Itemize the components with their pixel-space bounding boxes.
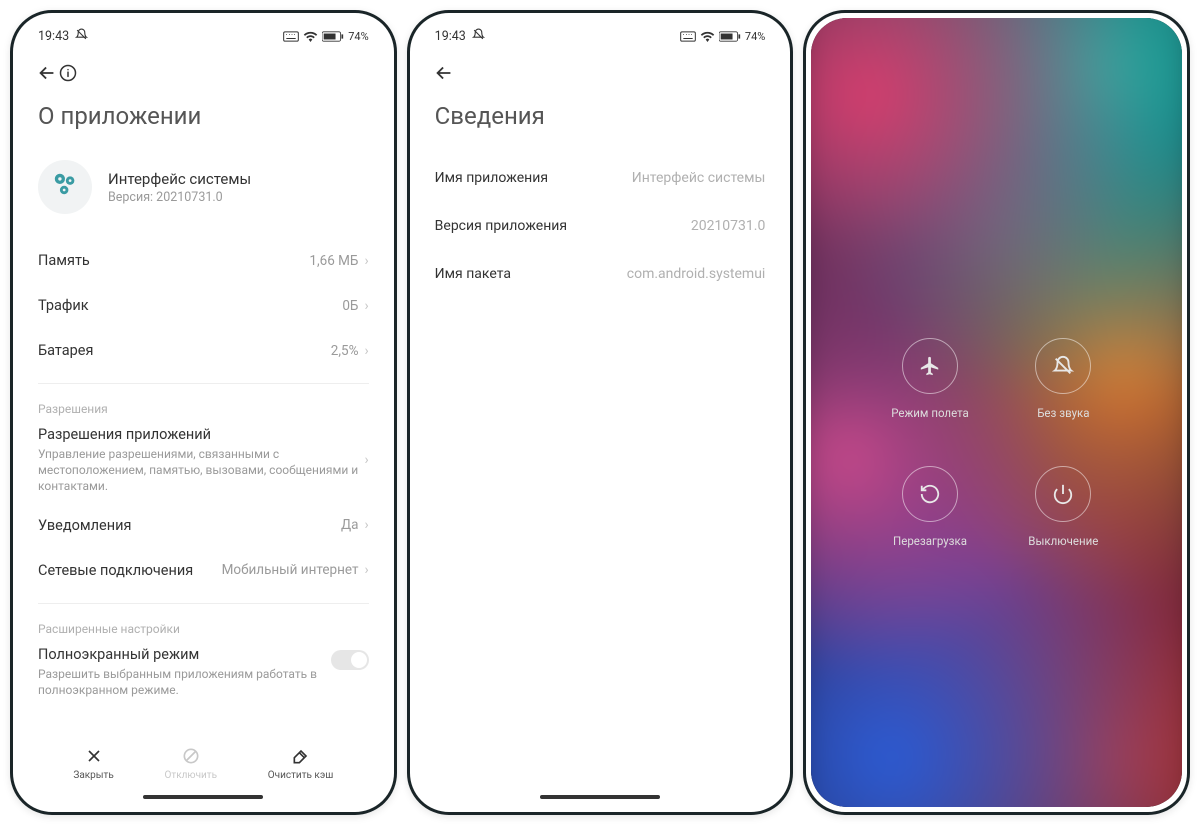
info-button[interactable] — [58, 63, 78, 87]
info-app-version: Версия приложения 20210731.0 — [415, 202, 786, 250]
info-key: Имя пакета — [435, 266, 627, 282]
fullscreen-toggle[interactable] — [331, 650, 369, 670]
battery-label: Батарея — [38, 342, 331, 359]
nav-bar[interactable] — [540, 795, 660, 799]
battery-icon — [322, 31, 344, 42]
keyboard-icon — [283, 31, 299, 42]
traffic-value: 0Б — [342, 298, 358, 314]
chevron-right-icon: › — [364, 343, 368, 359]
row-traffic[interactable]: Трафик 0Б › — [18, 283, 389, 328]
info-value: 20210731.0 — [691, 218, 766, 234]
section-advanced: Расширенные настройки — [18, 614, 389, 638]
info-package: Имя пакета com.android.systemui — [415, 250, 786, 298]
chevron-right-icon: › — [364, 452, 368, 468]
fullscreen-sub: Разрешить выбранным приложениям работать… — [38, 666, 331, 698]
status-time: 19:43 — [435, 29, 466, 44]
wifi-icon — [700, 31, 715, 42]
info-value: Интерфейс системы — [632, 170, 766, 186]
app-header: Интерфейс системы Версия: 20210731.0 — [18, 154, 389, 238]
power-label: Без звука — [1037, 406, 1089, 420]
phone-details: 19:43 74% Сведения Имя приложения Интерф… — [407, 10, 794, 815]
traffic-label: Трафик — [38, 297, 342, 314]
bell-off-icon — [1035, 338, 1091, 394]
section-permissions: Разрешения — [18, 394, 389, 418]
row-fullscreen[interactable]: Полноэкранный режим Разрешить выбранным … — [18, 638, 389, 706]
keyboard-icon — [680, 31, 696, 42]
row-notifications[interactable]: Уведомления Да › — [18, 503, 389, 548]
back-button[interactable] — [36, 62, 58, 88]
gear-icon — [48, 167, 82, 207]
divider — [38, 383, 369, 384]
chevron-right-icon: › — [364, 562, 368, 578]
power-label: Выключение — [1028, 534, 1098, 548]
power-menu: Режим полета Без звука Перезагрузка Выкл… — [811, 338, 1182, 548]
row-memory[interactable]: Память 1,66 МБ › — [18, 238, 389, 283]
app-icon — [38, 160, 92, 214]
app-name: Интерфейс системы — [108, 170, 251, 188]
reboot-icon — [902, 466, 958, 522]
power-reboot[interactable]: Перезагрузка — [881, 466, 978, 548]
status-bar: 19:43 74% — [415, 18, 786, 48]
app-permissions-title: Разрешения приложений — [38, 426, 364, 443]
info-key: Версия приложения — [435, 218, 691, 234]
notifications-label: Уведомления — [38, 517, 341, 534]
action-clear-cache[interactable]: Очистить кэш — [268, 746, 334, 781]
action-disable-label: Отключить — [165, 770, 218, 781]
info-app-name: Имя приложения Интерфейс системы — [415, 154, 786, 202]
nav-bar[interactable] — [143, 795, 263, 799]
chevron-right-icon: › — [364, 253, 368, 269]
phone-power-menu: Режим полета Без звука Перезагрузка Выкл… — [803, 10, 1190, 815]
page-title: О приложении — [18, 96, 389, 154]
mute-icon — [472, 28, 485, 45]
memory-value: 1,66 МБ — [309, 253, 358, 269]
battery-percent: 74% — [348, 30, 368, 43]
power-silent[interactable]: Без звука — [1015, 338, 1112, 420]
action-disable: Отключить — [165, 746, 218, 781]
battery-value: 2,5% — [331, 343, 359, 359]
chevron-right-icon: › — [364, 517, 368, 533]
status-bar: 19:43 74% — [18, 18, 389, 48]
app-permissions-sub: Управление разрешениями, связанными с ме… — [38, 446, 364, 495]
row-battery[interactable]: Батарея 2,5% › — [18, 328, 389, 373]
phone-app-info: 19:43 74% О приложении — [10, 10, 397, 815]
action-close[interactable]: Закрыть — [73, 746, 113, 781]
page-title: Сведения — [415, 96, 786, 154]
divider — [38, 603, 369, 604]
network-value: Мобильный интернет — [222, 562, 359, 578]
mute-icon — [75, 28, 88, 45]
app-version: Версия: 20210731.0 — [108, 190, 251, 205]
power-off[interactable]: Выключение — [1015, 466, 1112, 548]
row-app-permissions[interactable]: Разрешения приложений Управление разреше… — [18, 418, 389, 503]
row-network[interactable]: Сетевые подключения Мобильный интернет › — [18, 548, 389, 593]
power-icon — [1035, 466, 1091, 522]
back-button[interactable] — [433, 62, 455, 88]
fullscreen-title: Полноэкранный режим — [38, 646, 331, 663]
airplane-icon — [902, 338, 958, 394]
info-value: com.android.systemui — [627, 266, 766, 282]
action-clear-label: Очистить кэш — [268, 770, 334, 781]
wifi-icon — [303, 31, 318, 42]
power-label: Режим полета — [891, 406, 969, 420]
battery-percent: 74% — [745, 30, 765, 43]
battery-icon — [719, 31, 741, 42]
action-close-label: Закрыть — [73, 770, 113, 781]
power-airplane[interactable]: Режим полета — [881, 338, 978, 420]
notifications-value: Да — [341, 517, 359, 533]
status-time: 19:43 — [38, 29, 69, 44]
chevron-right-icon: › — [364, 298, 368, 314]
power-label: Перезагрузка — [893, 534, 967, 548]
memory-label: Память — [38, 252, 309, 269]
info-key: Имя приложения — [435, 170, 632, 186]
network-label: Сетевые подключения — [38, 562, 222, 579]
